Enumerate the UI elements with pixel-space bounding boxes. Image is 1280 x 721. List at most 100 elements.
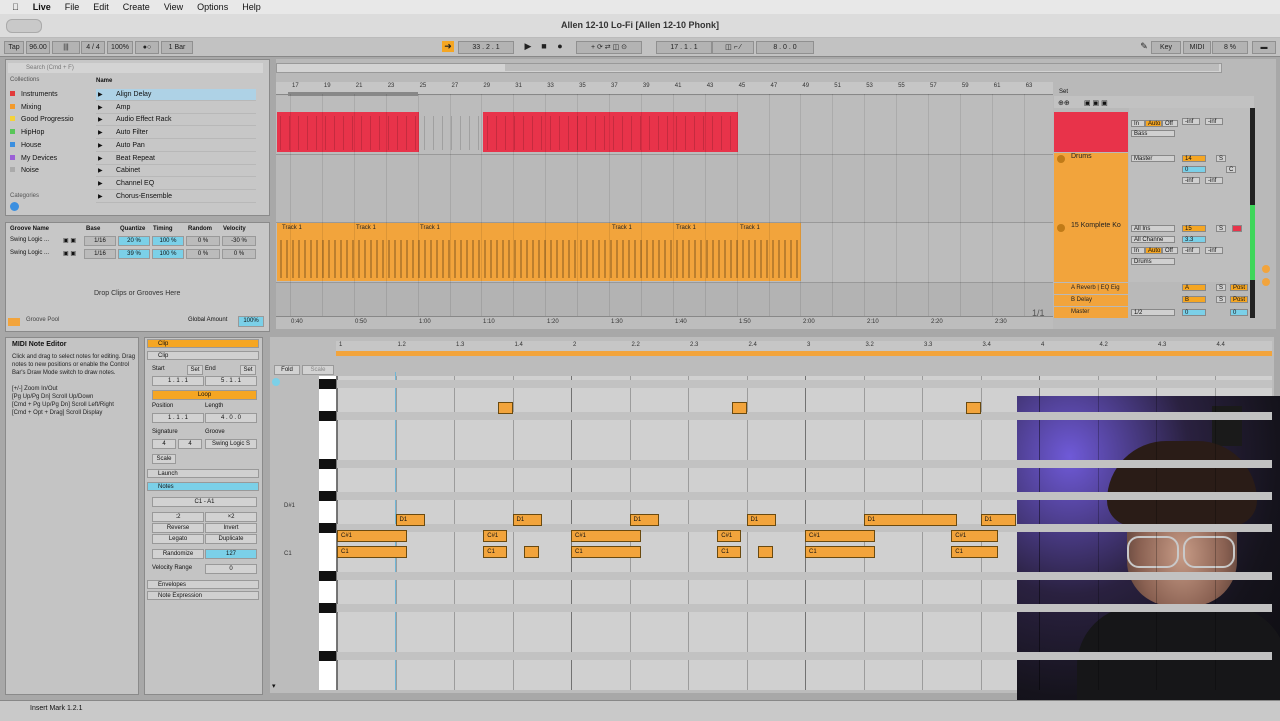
track-header-bass[interactable] <box>1054 112 1128 152</box>
groove-hotswap-icon[interactable]: ▣ ▣ <box>63 237 76 244</box>
browser-item[interactable]: ▶ Amp <box>96 102 256 114</box>
loop-start-field[interactable]: 17 . 1 . 1 <box>656 41 712 54</box>
midi-note[interactable]: C1 <box>483 546 507 558</box>
signature-denominator[interactable]: 4 <box>178 439 202 449</box>
menu-file[interactable]: File <box>65 2 80 12</box>
quantize-menu[interactable]: 1 Bar <box>161 41 193 54</box>
drums-pan[interactable]: C <box>1226 166 1236 173</box>
return-b-solo[interactable]: S <box>1216 296 1226 303</box>
black-key[interactable] <box>319 491 336 501</box>
menu-view[interactable]: View <box>164 2 183 12</box>
bass-routing[interactable]: Bass <box>1131 130 1175 137</box>
black-key[interactable] <box>319 603 336 613</box>
master-routing[interactable]: 1/2 <box>1131 309 1175 316</box>
groove-velocity[interactable]: 0 % <box>222 248 256 259</box>
metronome-button[interactable]: ||| <box>52 41 80 54</box>
length-field[interactable]: 4 . 0 . 0 <box>205 413 257 423</box>
browser-item[interactable]: ▶ Align Delay <box>96 89 256 101</box>
follow-button[interactable]: ➜ <box>442 41 454 52</box>
bass-send-b[interactable]: -inf <box>1205 118 1223 125</box>
midi-note[interactable]: C#1 <box>337 530 408 542</box>
browser-search-input[interactable]: Search (Cmd + F) <box>8 63 263 73</box>
bass-send-a[interactable]: -inf <box>1182 118 1200 125</box>
clip-section-header[interactable]: Clip <box>147 339 259 348</box>
menu-edit[interactable]: Edit <box>93 2 109 12</box>
drums-send[interactable]: 0 <box>1182 166 1206 173</box>
midi-note[interactable]: D1 <box>395 514 425 526</box>
groove-quantize[interactable]: 20 % <box>118 236 150 246</box>
midi-note[interactable] <box>758 546 773 558</box>
loop-length-field[interactable]: 8 . 0 . 0 <box>756 41 814 54</box>
record-icon[interactable]: ● <box>554 41 566 52</box>
clip-loop-bar[interactable] <box>336 351 1272 356</box>
groove-quantize[interactable]: 39 % <box>118 248 150 259</box>
stop-icon[interactable]: ■ <box>538 41 550 52</box>
komplete-input-channel[interactable]: All Channe <box>1131 236 1175 243</box>
komplete-pan[interactable]: 3.3 <box>1182 236 1206 243</box>
drums-fold-icon[interactable] <box>1057 155 1065 163</box>
launch-section-header[interactable]: Launch <box>147 469 259 478</box>
apple-icon[interactable]:  <box>12 2 19 12</box>
zoom-out-icon[interactable] <box>1262 278 1270 286</box>
invert-button[interactable]: Invert <box>205 523 257 533</box>
tap-button[interactable]: Tap <box>4 41 24 54</box>
piano-keys[interactable] <box>319 376 337 690</box>
randomize-amount[interactable]: 127 <box>205 549 257 559</box>
overview-scroll-thumb[interactable] <box>505 64 1219 71</box>
black-key[interactable] <box>319 379 336 389</box>
browser-item[interactable]: ▶ Beat Repeat <box>96 153 256 165</box>
komplete-arm-icon[interactable] <box>1232 225 1242 232</box>
black-key[interactable] <box>319 523 336 533</box>
start-field[interactable]: 1 . 1 . 1 <box>152 376 204 386</box>
bass-monitor-auto[interactable]: Auto <box>1145 120 1162 127</box>
midi-note[interactable]: D1 <box>863 514 958 526</box>
return-a-solo[interactable]: S <box>1216 284 1226 291</box>
midi-note[interactable]: C#1 <box>717 530 741 542</box>
komplete-monitor-auto[interactable]: Auto <box>1145 247 1162 254</box>
arrangement-nav-icon[interactable]: ⊕⊕ <box>1058 99 1070 107</box>
drums-routing[interactable]: Master <box>1131 155 1175 162</box>
expand-arrow-icon[interactable]: ▶ <box>98 153 103 165</box>
loop-toggle[interactable]: Loop <box>152 390 257 400</box>
half-length-button[interactable]: :2 <box>152 512 204 522</box>
scroll-down-icon[interactable]: ▾ <box>272 682 276 690</box>
groove-velocity[interactable]: -30 % <box>222 236 256 246</box>
signature-numerator[interactable]: 4 <box>152 439 176 449</box>
drums-lane[interactable] <box>276 154 1053 223</box>
zoom-field[interactable]: 100% <box>107 41 133 54</box>
expand-arrow-icon[interactable]: ▶ <box>98 165 103 177</box>
groove-timing[interactable]: 100 % <box>152 236 184 246</box>
time-signature-field[interactable]: 4 / 4 <box>81 41 105 54</box>
draw-mode-icon[interactable]: ✎ <box>1138 41 1150 52</box>
overdub-controls[interactable]: + ⟳ ⇄ ◫ ⊙ <box>576 41 642 54</box>
midi-note[interactable]: C#1 <box>483 530 507 542</box>
return-a-letter[interactable]: A <box>1182 284 1206 291</box>
drums-solo[interactable]: S <box>1216 155 1226 162</box>
midi-note[interactable]: D1 <box>512 514 542 526</box>
collection-item[interactable]: My Devices <box>10 154 57 162</box>
end-set-button[interactable]: Set <box>240 365 256 375</box>
collection-item[interactable]: Good Progressio <box>10 116 74 123</box>
groove-pool-icon[interactable] <box>8 318 20 326</box>
end-field[interactable]: 5 . 1 . 1 <box>205 376 257 386</box>
komplete-solo[interactable]: S <box>1216 225 1226 232</box>
groove-name[interactable]: Swing Logic ... <box>10 237 49 243</box>
master-pan[interactable]: 0 <box>1230 309 1248 316</box>
komplete-send-b[interactable]: -inf <box>1205 247 1223 254</box>
midi-note[interactable]: D1 <box>629 514 659 526</box>
collection-item[interactable]: HipHop <box>10 129 44 136</box>
envelopes-section-header[interactable]: Envelopes <box>147 580 259 589</box>
expand-arrow-icon[interactable]: ▶ <box>98 191 103 203</box>
collection-item[interactable]: House <box>10 141 41 149</box>
velocity-range-field[interactable]: 0 <box>205 564 257 574</box>
zoom-in-icon[interactable] <box>1262 265 1270 273</box>
expand-arrow-icon[interactable]: ▶ <box>98 127 103 139</box>
komplete-fold-icon[interactable] <box>1057 224 1065 232</box>
browser-name-header[interactable]: Name <box>96 78 112 84</box>
komplete-volume[interactable]: 15 <box>1182 225 1206 232</box>
midi-note[interactable] <box>497 402 513 414</box>
legato-button[interactable]: Legato <box>152 534 204 544</box>
punch-controls[interactable]: ◫ ⌐ ⁄ <box>712 41 754 54</box>
help-icon[interactable] <box>10 202 19 211</box>
groove-random[interactable]: 0 % <box>186 236 220 246</box>
